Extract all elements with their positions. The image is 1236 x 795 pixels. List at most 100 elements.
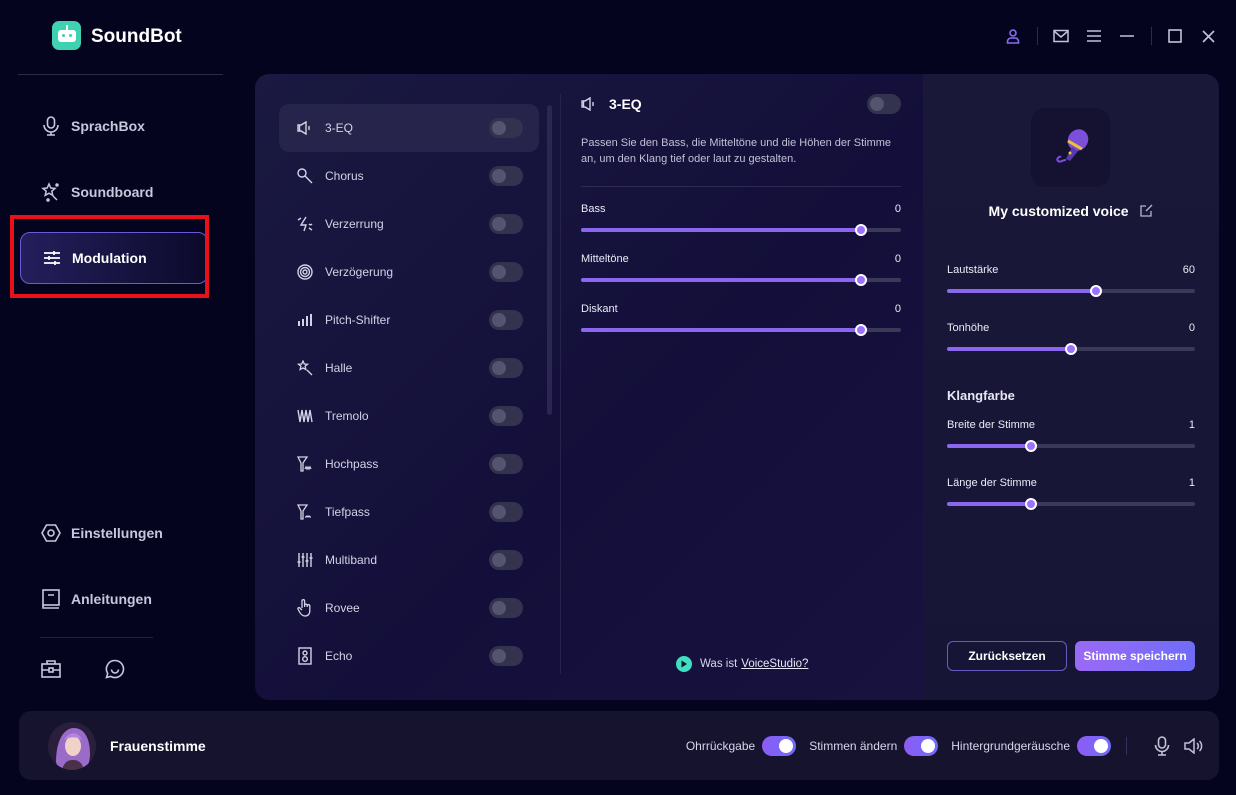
slider[interactable] <box>947 342 1195 356</box>
effect-item-halle[interactable]: Halle <box>279 344 539 392</box>
microphone-mascot-icon <box>1055 128 1088 163</box>
slider-label: Lautstärke <box>947 264 999 276</box>
effect-item-verzerrung[interactable]: Verzerrung <box>279 200 539 248</box>
effect-toggle[interactable] <box>489 646 523 666</box>
slider-group: Diskant 0 <box>581 303 901 337</box>
effect-item-tiefpass[interactable]: Tiefpass <box>279 488 539 536</box>
slider-fill <box>581 328 861 332</box>
slider-label: Länge der Stimme <box>947 477 1037 489</box>
mail-icon[interactable] <box>1051 26 1071 46</box>
effect-item-3-eq[interactable]: 3-EQ <box>279 104 539 152</box>
slider-handle[interactable] <box>855 274 867 286</box>
slider[interactable] <box>947 497 1195 511</box>
voice-avatar <box>1031 108 1110 187</box>
effect-toggle[interactable] <box>489 454 523 474</box>
effect-label: Multiband <box>325 553 378 567</box>
effect-toggle[interactable] <box>489 502 523 522</box>
effect-label: Pitch-Shifter <box>325 313 391 327</box>
effect-toggle[interactable] <box>489 358 523 378</box>
voice-change-toggle[interactable] <box>904 736 939 756</box>
close-icon[interactable] <box>1198 26 1218 46</box>
effect-item-pitch-shifter[interactable]: Pitch-Shifter <box>279 296 539 344</box>
eq-description: Passen Sie den Bass, die Mitteltöne und … <box>581 137 892 165</box>
sidebar-item-label: Anleitungen <box>71 591 152 607</box>
slider[interactable] <box>581 323 901 337</box>
slider-handle[interactable] <box>1089 285 1102 297</box>
effect-toggle[interactable] <box>489 166 523 186</box>
toggle-label: Hintergrundgeräusche <box>951 739 1070 753</box>
save-voice-button[interactable]: Stimme speichern <box>1075 641 1195 671</box>
effect-label: Verzögerung <box>325 265 394 279</box>
slider-handle[interactable] <box>1065 343 1077 355</box>
effect-toggle[interactable] <box>489 406 523 426</box>
effect-toggle[interactable] <box>489 118 523 138</box>
effect-toggle[interactable] <box>489 262 523 282</box>
robot-icon <box>57 24 76 42</box>
slider-handle[interactable] <box>855 224 867 236</box>
slider[interactable] <box>581 223 901 237</box>
effect-toggle[interactable] <box>489 214 523 234</box>
sidebar-item-modulation[interactable]: Modulation <box>20 232 208 284</box>
effect-label: Chorus <box>325 169 364 183</box>
effect-label: Tremolo <box>325 409 369 423</box>
slider[interactable] <box>581 273 901 287</box>
voice-name: My customized voice <box>988 203 1129 219</box>
slider-fill <box>947 347 1071 351</box>
effect-item-echo[interactable]: Echo <box>279 632 539 680</box>
effect-item-verzögerung[interactable]: Verzögerung <box>279 248 539 296</box>
slider-handle[interactable] <box>1025 498 1038 510</box>
voicestudio-link[interactable]: VoiceStudio? <box>741 658 808 670</box>
slider-label: Tonhöhe <box>947 322 990 334</box>
lowpass-filter-icon <box>297 504 313 520</box>
voice-name-row: My customized voice <box>923 203 1219 220</box>
slider-label: Bass <box>581 203 606 215</box>
menu-icon[interactable] <box>1084 26 1104 46</box>
minimize-icon[interactable] <box>1117 26 1137 46</box>
maximize-icon[interactable] <box>1165 26 1185 46</box>
effect-item-multiband[interactable]: Multiband <box>279 536 539 584</box>
effect-toggle[interactable] <box>489 598 523 618</box>
slider-label: Diskant <box>581 303 618 315</box>
effect-item-chorus[interactable]: Chorus <box>279 152 539 200</box>
chat-icon[interactable] <box>103 657 127 681</box>
app-logo <box>52 21 81 50</box>
sidebar-bottom-divider <box>40 637 153 638</box>
speaker-volume-icon[interactable] <box>1183 735 1205 757</box>
effect-list-scrollbar[interactable] <box>547 105 552 415</box>
background-noise-toggle[interactable] <box>1077 736 1111 756</box>
reset-button[interactable]: Zurücksetzen <box>947 641 1067 671</box>
divider <box>1037 27 1038 45</box>
account-icon[interactable] <box>1003 26 1023 46</box>
toolbox-icon[interactable] <box>39 657 63 681</box>
sidebar-top-divider <box>18 74 223 75</box>
avatar[interactable] <box>48 722 96 770</box>
microphone-icon[interactable] <box>1151 735 1173 757</box>
sidebar-item-anleitungen[interactable]: Anleitungen <box>20 573 208 625</box>
effect-item-rovee[interactable]: Rovee <box>279 584 539 632</box>
eq-enable-toggle[interactable] <box>867 94 901 114</box>
effect-toggle[interactable] <box>489 550 523 570</box>
slider-fill <box>581 228 861 232</box>
app-title: SoundBot <box>91 26 182 47</box>
ear-return-toggle[interactable] <box>762 736 797 756</box>
spiral-icon <box>297 264 313 280</box>
effect-list: 3-EQ Chorus Verzerrung Verzögerung Pitch-Shi… <box>279 104 539 680</box>
eq-detail-panel: 3-EQ Passen Sie den Bass, die Mitteltöne… <box>581 94 901 337</box>
effect-item-tremolo[interactable]: Tremolo <box>279 392 539 440</box>
effect-toggle[interactable] <box>489 310 523 330</box>
sidebar-item-soundboard[interactable]: Soundboard <box>20 166 208 218</box>
sliders-icon <box>41 247 63 269</box>
sidebar-item-sprachbox[interactable]: SprachBox <box>20 100 208 152</box>
slider-handle[interactable] <box>855 324 867 336</box>
slider-handle[interactable] <box>1025 440 1038 452</box>
sidebar-item-einstellungen[interactable]: Einstellungen <box>20 507 208 559</box>
edit-icon[interactable] <box>1140 204 1153 220</box>
slider-fill <box>947 289 1096 293</box>
effect-item-hochpass[interactable]: Hochpass <box>279 440 539 488</box>
bottom-bar: Frauenstimme Ohrrückgabe Stimmen ändern … <box>19 711 1219 780</box>
slider[interactable] <box>947 284 1195 298</box>
timbre-title: Klangfarbe <box>947 388 1015 403</box>
play-icon[interactable] <box>676 656 692 672</box>
slider[interactable] <box>947 439 1195 453</box>
bars-icon <box>297 312 313 328</box>
